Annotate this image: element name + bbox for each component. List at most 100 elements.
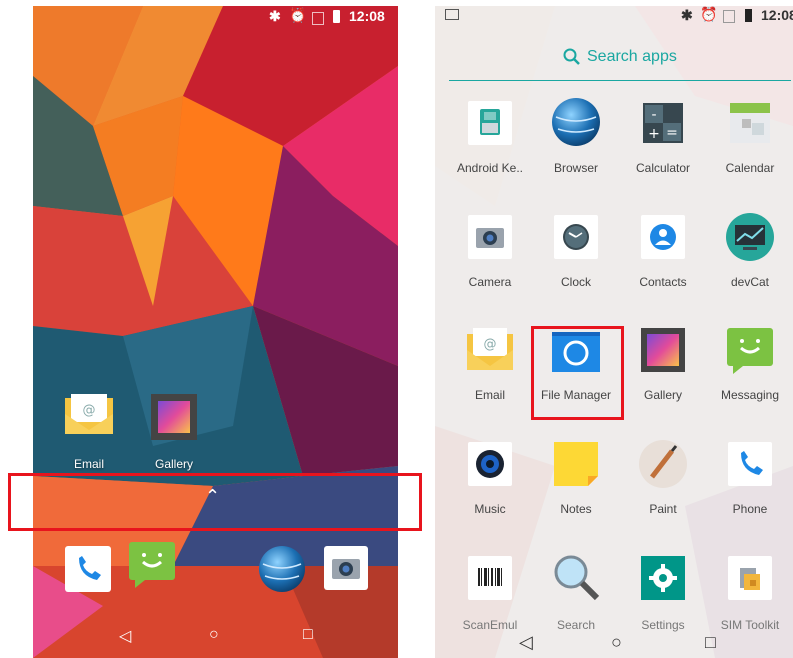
bluetooth-icon: ✱ [681, 7, 693, 23]
app-label: Email [474, 388, 505, 402]
status-time: 12:08 [761, 7, 793, 23]
app-camera[interactable]: Camera [447, 215, 533, 289]
search-apps-field[interactable]: Search apps [449, 42, 791, 82]
app-calendar[interactable]: Calendar [707, 101, 793, 175]
svg-text:@: @ [83, 403, 96, 418]
devcat-icon [726, 213, 774, 261]
app-label: Phone [732, 502, 768, 516]
dock-phone[interactable] [65, 546, 111, 592]
app-label: SIM Toolkit [720, 618, 780, 632]
battery-icon [333, 10, 340, 23]
dock-browser[interactable] [257, 544, 307, 594]
browser-icon [552, 98, 600, 146]
app-label: Calculator [635, 161, 691, 175]
music-icon [468, 442, 512, 486]
app-label: Browser [553, 161, 598, 175]
app-label: Android Ke.. [456, 161, 524, 175]
magnifier-icon [554, 555, 600, 601]
app-sim-toolkit[interactable]: SIM Toolkit [707, 556, 793, 632]
app-settings[interactable]: Settings [620, 556, 706, 632]
nav-back-icon[interactable]: ◁ [519, 632, 533, 653]
messaging-icon [727, 328, 773, 374]
alarm-icon: ⏰ [289, 7, 307, 23]
nav-recents-icon[interactable]: □ [303, 626, 313, 644]
app-devcat[interactable]: devCat [707, 213, 793, 289]
svg-text:-: - [651, 107, 656, 123]
camera-icon [468, 215, 512, 259]
app-label: Notes [560, 502, 592, 516]
app-search[interactable]: Search [533, 555, 619, 632]
app-label: Settings [641, 618, 685, 632]
app-label: Camera [468, 275, 512, 289]
home-screen: ✱ ⏰ 12:08 @ Email Gallery ⌃ ◁ ○ □ [33, 6, 398, 658]
home-label-email: Email [73, 457, 104, 471]
app-label: Search [556, 618, 596, 632]
paint-icon [639, 440, 687, 488]
phone-icon [79, 556, 101, 580]
nav-recents-icon[interactable]: □ [705, 632, 716, 653]
file-manager-highlight [531, 326, 624, 420]
bluetooth-icon: ✱ [269, 8, 281, 24]
gallery-shortcut[interactable] [151, 394, 197, 440]
app-clock[interactable]: Clock [533, 215, 619, 289]
nav-home-icon[interactable]: ○ [611, 632, 622, 653]
calculator-icon: - + = [641, 101, 685, 145]
notes-icon [554, 442, 598, 486]
email-shortcut[interactable]: @ [63, 394, 115, 436]
svg-text:@: @ [484, 337, 497, 352]
app-notes[interactable]: Notes [533, 442, 619, 516]
nav-home-icon[interactable]: ○ [209, 626, 219, 644]
app-music[interactable]: Music [447, 442, 533, 516]
svg-text:+: + [648, 126, 660, 142]
gallery-icon [151, 394, 197, 440]
dock-camera[interactable] [324, 546, 368, 590]
app-label: Music [474, 502, 506, 516]
keyboard-icon [468, 101, 512, 145]
sim-toolkit-icon [728, 556, 772, 600]
search-placeholder: Search apps [587, 48, 677, 65]
app-messaging[interactable]: Messaging [707, 328, 793, 402]
home-label-gallery: Gallery [154, 457, 193, 471]
battery-icon [745, 9, 752, 22]
contacts-icon [641, 215, 685, 259]
settings-icon [641, 556, 685, 600]
gallery-icon [641, 328, 685, 372]
no-sim-icon [723, 10, 735, 23]
app-label: Messaging [720, 388, 780, 402]
app-scanemul[interactable]: ScanEmul [447, 556, 533, 632]
app-gallery[interactable]: Gallery [620, 328, 706, 402]
alarm-icon: ⏰ [700, 6, 718, 22]
app-label: Clock [560, 275, 591, 289]
notification-image-icon [445, 9, 459, 20]
camera-icon [332, 559, 360, 579]
search-icon [563, 48, 580, 65]
svg-text:=: = [666, 125, 678, 141]
status-time: 12:08 [349, 8, 385, 24]
email-icon: @ [467, 328, 513, 372]
app-contacts[interactable]: Contacts [620, 215, 706, 289]
drawer-handle-highlight [8, 473, 422, 531]
app-label: Gallery [643, 388, 682, 402]
calendar-icon [728, 101, 772, 145]
search-underline [449, 80, 791, 81]
app-label: Calendar [725, 161, 775, 175]
app-label: devCat [730, 275, 770, 289]
app-android-keyboard[interactable]: Android Ke.. [447, 101, 533, 175]
app-phone[interactable]: Phone [707, 442, 793, 516]
app-paint[interactable]: Paint [620, 440, 706, 516]
email-icon: @ [65, 394, 113, 434]
nav-back-icon[interactable]: ◁ [119, 626, 131, 646]
app-calculator[interactable]: - + = Calculator [620, 101, 706, 175]
app-label: ScanEmul [462, 618, 518, 632]
app-label: Contacts [639, 275, 687, 289]
app-email[interactable]: @ Email [447, 328, 533, 402]
browser-icon [259, 546, 305, 592]
clock-icon [554, 215, 598, 259]
app-label: Paint [649, 502, 677, 516]
no-sim-icon [312, 12, 324, 25]
messaging-icon [129, 542, 175, 588]
dock-messaging[interactable] [127, 540, 177, 590]
app-browser[interactable]: Browser [533, 98, 619, 175]
phone-icon [728, 442, 772, 486]
barcode-icon [468, 556, 512, 600]
